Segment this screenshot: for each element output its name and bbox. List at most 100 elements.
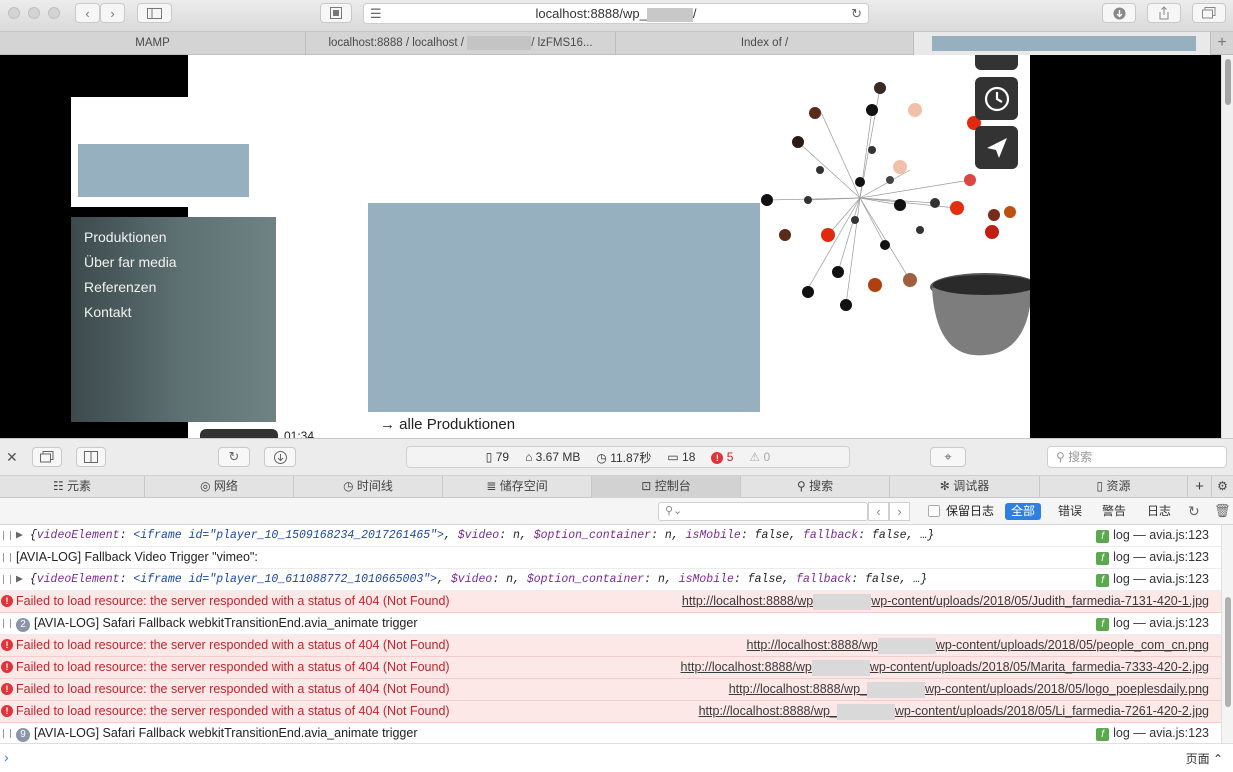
- tab-index[interactable]: Index of /: [616, 32, 914, 55]
- all-productions-link[interactable]: → alle Produktionen: [380, 416, 515, 433]
- object-preview[interactable]: ▶ {videoElement: <iframe id="player_10_6…: [16, 569, 927, 590]
- filter-all[interactable]: 全部: [1005, 503, 1042, 520]
- console-filter-input[interactable]: ⚲⌄: [658, 502, 868, 521]
- tab-active[interactable]: [914, 32, 1211, 55]
- value: false: [754, 529, 790, 542]
- tab-timelines[interactable]: ◷ 时间线: [294, 476, 443, 498]
- history-button[interactable]: [975, 77, 1018, 120]
- scrollbar-thumb[interactable]: [1225, 59, 1231, 105]
- errors-stat[interactable]: ! 5: [711, 450, 733, 464]
- tab-phpmyadmin[interactable]: localhost:8888 / localhost / / lzFMS16..…: [306, 32, 616, 55]
- send-button[interactable]: [975, 126, 1018, 169]
- source-link[interactable]: f log — avia.js:123: [1096, 613, 1209, 634]
- console-row[interactable]: 9 [AVIA-LOG] Safari Fallback webkitTransi…: [0, 723, 1221, 743]
- filter-logs[interactable]: 日志: [1141, 503, 1177, 520]
- new-tab-button[interactable]: +: [1211, 32, 1233, 55]
- close-window-button[interactable]: [8, 7, 20, 19]
- console-row[interactable]: ▶ {videoElement: <iframe id="player_10_1…: [0, 525, 1221, 547]
- resource-url[interactable]: http://localhost:8888/wp wp-content/uploa…: [747, 635, 1209, 656]
- settings-button[interactable]: ⚙: [1212, 476, 1233, 498]
- share-button[interactable]: [1147, 3, 1181, 23]
- download-archive-button[interactable]: [264, 447, 296, 467]
- menu-item-referenzen[interactable]: Referenzen: [84, 279, 156, 295]
- menu-item-produktionen[interactable]: Produktionen: [84, 229, 167, 245]
- tab-network[interactable]: ◎ 网络: [145, 476, 294, 498]
- tab-elements[interactable]: ☷ 元素: [0, 476, 145, 498]
- search-placeholder: 搜索: [1068, 450, 1093, 464]
- console-error-row[interactable]: ! Failed to load resource: the server re…: [0, 679, 1221, 701]
- tab-search[interactable]: ⚲ 搜索: [741, 476, 890, 498]
- source-link[interactable]: f log — avia.js:123: [1096, 547, 1209, 568]
- downloads-button[interactable]: [1102, 3, 1136, 23]
- console-row[interactable]: ▶ {videoElement: <iframe id="player_10_6…: [0, 569, 1221, 591]
- execution-context-selector[interactable]: 页面 ⌃: [1186, 750, 1223, 767]
- tab-resources[interactable]: ▯ 资源: [1040, 476, 1188, 498]
- minimize-window-button[interactable]: [28, 7, 40, 19]
- function-icon: f: [1096, 728, 1110, 741]
- source-text: log — avia.js:123: [1113, 616, 1209, 630]
- dock-side-button[interactable]: [76, 447, 106, 467]
- tab-console[interactable]: ⊡ 控制台: [592, 476, 741, 498]
- close-devtools-icon[interactable]: ✕: [6, 449, 18, 466]
- resource-url[interactable]: http://localhost:8888/wp wp-content/uploa…: [681, 657, 1209, 678]
- warnings-stat[interactable]: ⚠ 0: [749, 450, 770, 464]
- menu-item-ueber[interactable]: Über far media: [84, 254, 177, 270]
- web-page: Produktionen Über far media Referenzen K…: [0, 55, 1221, 438]
- trash-icon[interactable]: 🗑: [1214, 503, 1231, 519]
- resources-stat[interactable]: ▯ 79: [486, 450, 509, 464]
- resource-url[interactable]: http://localhost:8888/wp_ wp-content/uplo…: [699, 701, 1209, 722]
- source-link[interactable]: f log — avia.js:123: [1096, 723, 1209, 743]
- tab-bar: MAMP localhost:8888 / localhost / / lzFM…: [0, 32, 1233, 55]
- video-placeholder[interactable]: [368, 203, 760, 412]
- previous-match-button[interactable]: ‹: [868, 502, 889, 521]
- filter-warnings[interactable]: 警告: [1096, 503, 1132, 520]
- floating-button-top[interactable]: [975, 55, 1018, 70]
- console-scrollbar[interactable]: [1221, 525, 1233, 743]
- address-bar[interactable]: ☰ localhost:8888/wp_ / ↻: [363, 3, 869, 24]
- resource-url[interactable]: http://localhost:8888/wp wp-content/uploa…: [682, 591, 1209, 612]
- console-prompt[interactable]: › 页面 ⌃: [0, 743, 1233, 772]
- tab-storage[interactable]: ≣ 储存空间: [443, 476, 592, 498]
- redacted-block: [811, 659, 870, 676]
- object-preview[interactable]: ▶ {videoElement: <iframe id="player_10_1…: [16, 525, 934, 546]
- time-stat[interactable]: ◷ 11.87秒: [596, 449, 651, 466]
- preserve-log-checkbox[interactable]: [928, 505, 940, 517]
- next-match-button[interactable]: ›: [889, 502, 910, 521]
- console-error-row[interactable]: ! Failed to load resource: the server re…: [0, 657, 1221, 679]
- reload-page-button[interactable]: ↻: [218, 447, 250, 467]
- source-link[interactable]: f log — avia.js:123: [1096, 569, 1209, 590]
- sidebar-button[interactable]: [137, 3, 172, 23]
- tab-mamp[interactable]: MAMP: [0, 32, 306, 55]
- detach-devtools-button[interactable]: [32, 447, 62, 467]
- black-strip: [71, 207, 188, 217]
- reload-icon[interactable]: ↻: [851, 4, 862, 24]
- console-error-row[interactable]: ! Failed to load resource: the server re…: [0, 635, 1221, 657]
- filter-errors[interactable]: 错误: [1052, 503, 1088, 520]
- tab-overview-button[interactable]: [1192, 3, 1226, 23]
- console-error-row[interactable]: ! Failed to load resource: the server re…: [0, 701, 1221, 723]
- video-play-control[interactable]: [200, 429, 278, 438]
- console-error-row[interactable]: ! Failed to load resource: the server re…: [0, 591, 1221, 613]
- preserve-log-label: 保留日志: [946, 504, 995, 518]
- size-stat[interactable]: ⌂ 3.67 MB: [525, 450, 580, 464]
- tab-debugger[interactable]: ✻ 调试器: [890, 476, 1040, 498]
- page-scrollbar[interactable]: [1221, 55, 1233, 438]
- scrollbar-thumb[interactable]: [1225, 597, 1231, 707]
- reader-button[interactable]: [320, 3, 352, 23]
- zoom-window-button[interactable]: [48, 7, 60, 19]
- menu-item-kontakt[interactable]: Kontakt: [84, 304, 131, 320]
- resource-url[interactable]: http://localhost:8888/wp_ wp-content/uplo…: [729, 679, 1209, 700]
- console-row[interactable]: 2 [AVIA-LOG] Safari Fallback webkitTransi…: [0, 613, 1221, 635]
- redacted-block: [467, 35, 532, 50]
- time-value: 11.87秒: [610, 450, 652, 465]
- source-link[interactable]: f log — avia.js:123: [1096, 525, 1209, 546]
- add-tab-button[interactable]: +: [1188, 476, 1212, 498]
- devtools-search-input[interactable]: ⚲ 搜索: [1047, 446, 1227, 468]
- logs-stat[interactable]: ▭ 18: [667, 450, 695, 464]
- inspect-element-button[interactable]: ⌖: [930, 447, 966, 467]
- forward-button[interactable]: ›: [100, 3, 125, 23]
- back-button[interactable]: ‹: [75, 3, 100, 23]
- refresh-icon[interactable]: ↻: [1188, 503, 1200, 520]
- log-message: [AVIA-LOG] Safari Fallback webkitTransit…: [34, 616, 418, 630]
- console-row[interactable]: [AVIA-LOG] Fallback Video Trigger "vimeo…: [0, 547, 1221, 569]
